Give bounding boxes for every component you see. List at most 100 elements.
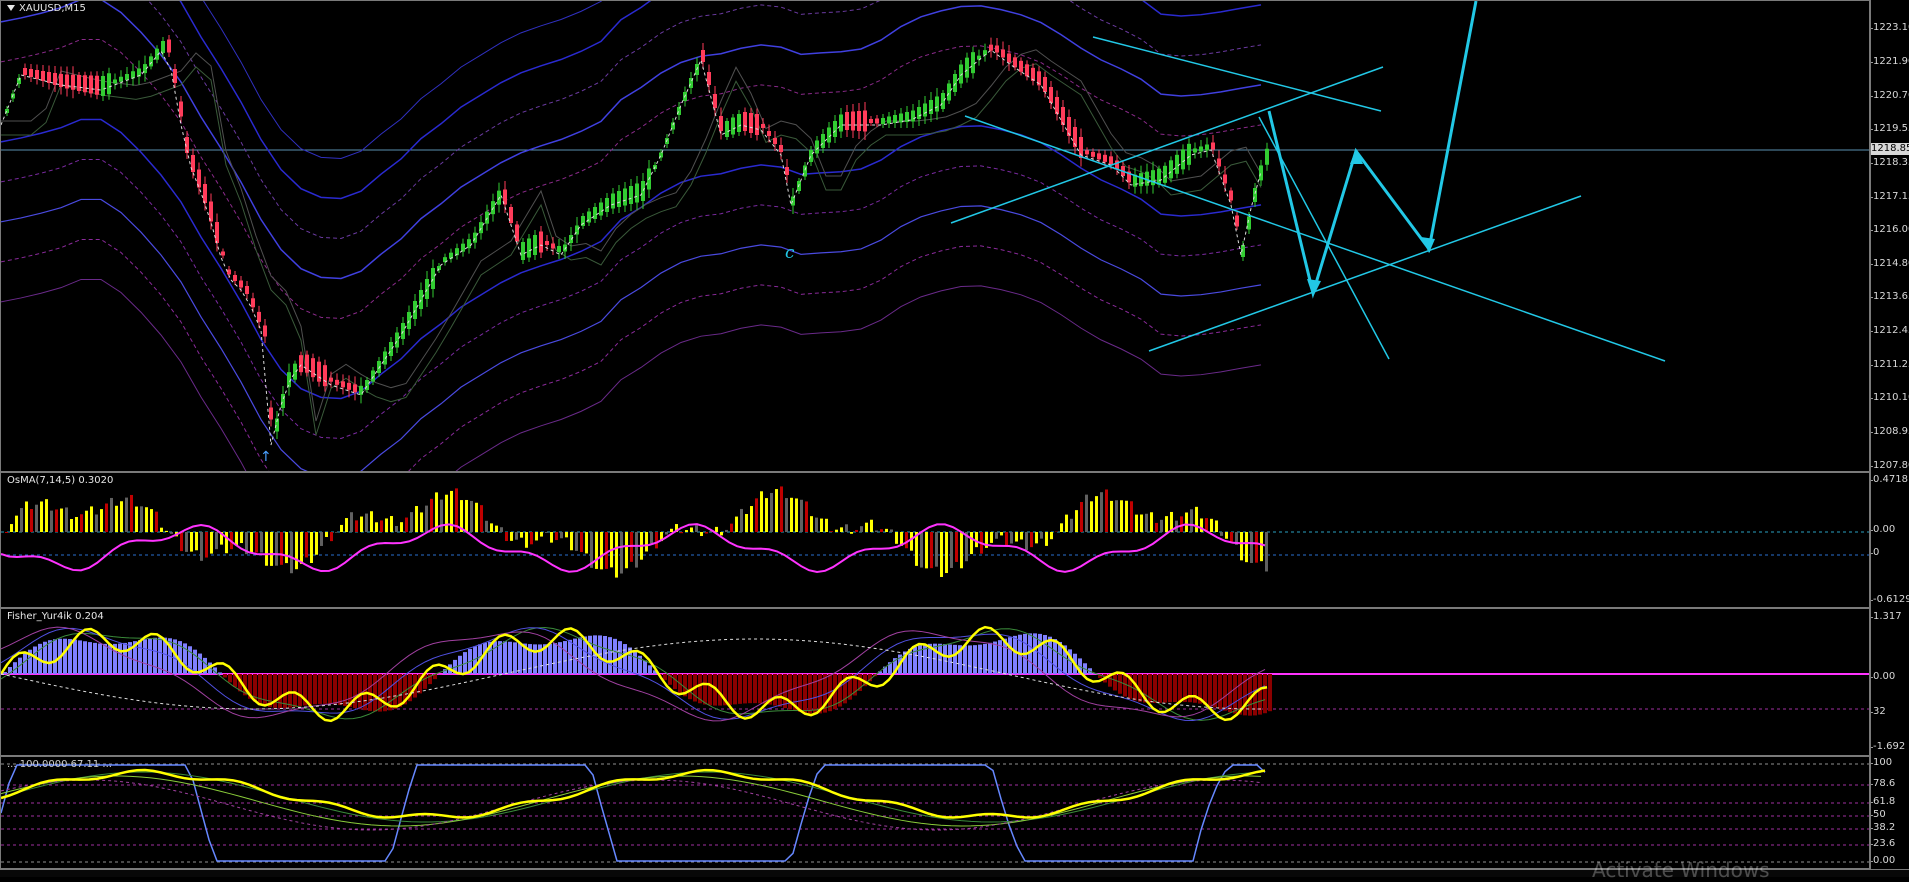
rsi-scale[interactable]: 100 78.6 61.8 50 38.2 23.6 0.00: [1870, 756, 1909, 869]
candle: [131, 71, 135, 78]
osma-pane[interactable]: OsMA(7,14,5) 0.3020: [0, 472, 1870, 608]
osma-bar: [1130, 501, 1133, 532]
osma-bar: [360, 517, 363, 532]
candle: [395, 333, 399, 348]
fisher-histogram-bar: [513, 642, 517, 674]
osma-bar: [935, 532, 938, 567]
candle: [737, 114, 741, 132]
price-tick: 1223.10: [1873, 23, 1909, 33]
osma-bar: [1125, 501, 1128, 532]
candle: [257, 312, 261, 322]
chart-menu-triangle-icon[interactable]: [7, 5, 15, 11]
osma-bar: [125, 498, 128, 532]
osma-bar: [720, 532, 723, 535]
fisher-histogram-bar: [1208, 674, 1212, 706]
osma-bar: [325, 532, 328, 537]
osma-bar: [410, 512, 413, 532]
candle: [809, 150, 813, 162]
candle: [1187, 144, 1191, 165]
fisher-histogram-bar: [758, 674, 762, 703]
fisher-histogram-bar: [323, 674, 327, 704]
candle: [857, 111, 861, 131]
fisher-pane[interactable]: Fisher_Yur4ik 0.204: [0, 608, 1870, 756]
fisher-histogram-bar: [293, 674, 297, 707]
fisher-histogram-bar: [733, 674, 737, 704]
osma-bar: [1010, 532, 1013, 544]
candle: [1253, 188, 1257, 202]
osma-bar: [510, 532, 513, 541]
osma-bar: [815, 518, 818, 532]
osma-bar: [430, 499, 433, 532]
fisher-scale[interactable]: 1.317 0.00 32 -1.692: [1870, 608, 1909, 756]
osma-bar: [75, 517, 78, 532]
fisher-histogram-bar: [743, 674, 747, 703]
osma-bar: [1250, 532, 1253, 563]
osma-bar: [1005, 532, 1008, 546]
fisher-histogram-bar: [938, 644, 942, 674]
osma-bar: [255, 532, 258, 553]
rsi-tick: 78.6: [1873, 779, 1895, 789]
osma-bar: [1080, 502, 1083, 532]
candle: [389, 342, 393, 356]
osma-bar: [415, 506, 418, 532]
osma-bar: [635, 532, 638, 568]
candle: [335, 380, 339, 385]
main-price-scale[interactable]: 1223.10 1221.90 1220.70 1219.55 1218.35 …: [1870, 0, 1909, 472]
main-chart-pane[interactable]: XAUUSD,M15 c ↑: [0, 0, 1870, 472]
osma-bar: [1085, 495, 1088, 532]
candle: [407, 312, 411, 329]
osma-bar: [55, 509, 58, 532]
osma-label: OsMA(7,14,5) 0.3020: [7, 475, 113, 486]
fisher-histogram-bar: [1168, 674, 1172, 702]
osma-bar: [865, 523, 868, 532]
candle: [623, 189, 627, 206]
candle: [815, 141, 819, 154]
candle: [107, 73, 111, 94]
candle: [1205, 145, 1209, 151]
osma-bar: [300, 532, 303, 564]
fisher-histogram-bar: [138, 640, 142, 674]
candle: [149, 56, 153, 66]
osma-bar: [580, 532, 583, 552]
candle: [791, 197, 795, 206]
fisher-histogram-bar: [353, 674, 357, 708]
osma-scale[interactable]: 0.4718 0.00 0 -0.6129: [1870, 472, 1909, 608]
fisher-histogram-bar: [23, 653, 27, 674]
rsi-tick: 100: [1873, 758, 1892, 768]
osma-bar: [740, 509, 743, 532]
candle: [953, 74, 957, 92]
candle: [755, 114, 759, 135]
osma-bar: [570, 532, 573, 550]
fisher-histogram-bar: [318, 674, 322, 704]
envelope-line-8: [1, 1, 1261, 158]
fisher-histogram-bar: [548, 644, 552, 674]
osma-bar: [500, 527, 503, 532]
osma-bar: [425, 506, 428, 532]
candle: [353, 384, 357, 392]
channel-line-1: [965, 116, 1665, 361]
osma-bar: [405, 518, 408, 532]
activate-windows-watermark: Activate Windows: [1592, 858, 1770, 882]
candle: [377, 361, 381, 373]
osma-bar: [870, 520, 873, 532]
fisher-histogram-bar: [1188, 674, 1192, 702]
osma-bar: [760, 491, 763, 532]
osma-bar: [110, 498, 113, 532]
candle: [725, 121, 729, 137]
main-chart-canvas[interactable]: [1, 1, 1870, 472]
fisher-canvas[interactable]: [1, 609, 1870, 756]
fisher-histogram-bar: [778, 674, 782, 707]
candle: [161, 41, 165, 53]
fisher-histogram-bar: [718, 674, 722, 706]
osma-bar: [440, 500, 443, 532]
osma-bar: [355, 520, 358, 532]
fisher-histogram-bar: [118, 644, 122, 674]
osma-bar: [1255, 532, 1258, 563]
osma-bar: [730, 524, 733, 532]
osma-bar: [395, 526, 398, 532]
candle: [1139, 173, 1143, 186]
rsi-pane[interactable]: ... 100.0000 67.11 ...: [0, 756, 1870, 869]
osma-canvas[interactable]: [1, 473, 1870, 608]
osma-bar: [10, 524, 13, 532]
rsi-canvas[interactable]: [1, 757, 1870, 869]
